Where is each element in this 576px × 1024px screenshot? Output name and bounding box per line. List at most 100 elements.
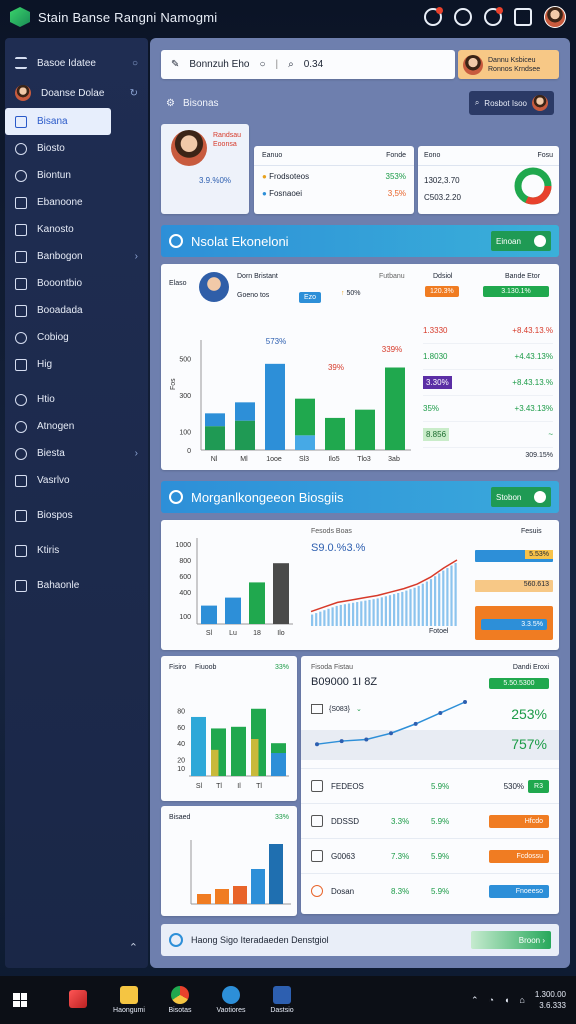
section-pill[interactable]: ⌕ Rosbot Isoo: [468, 91, 554, 115]
refresh-icon[interactable]: ↻: [130, 88, 138, 99]
banner-button[interactable]: Einoan: [491, 231, 551, 251]
x-tick-label: Lu: [229, 630, 237, 637]
area-bar: [323, 610, 326, 626]
chevron-up-icon[interactable]: ⌃: [471, 995, 479, 1006]
profile-card[interactable]: Dannu Ksbiceu Ronnos Krndsee: [458, 50, 559, 79]
store-icon: [273, 986, 291, 1004]
taskbar-app-4[interactable]: Dastsio: [259, 986, 305, 1014]
notification-icon[interactable]: [424, 7, 443, 26]
bar: [191, 716, 206, 776]
sidebar-item-1[interactable]: Biosto: [5, 135, 148, 162]
edit-icon[interactable]: ✎: [171, 59, 179, 70]
person-card[interactable]: Randsau Eoonsa 3.9.%0%: [161, 124, 249, 214]
main-content: ✎ Bonnzuh Eho ○ | ⌕ 0.34 Dannu Ksbiceu Ro…: [150, 38, 570, 968]
sidebar-item-4[interactable]: Kanosto: [5, 216, 148, 243]
y-tick-label: 500: [179, 356, 191, 363]
sidebar-item-13[interactable]: Vasrlvo: [5, 467, 148, 494]
sidebar-item-11[interactable]: Atnogen: [5, 413, 148, 440]
sidebar-item-7[interactable]: Booadada: [5, 297, 148, 324]
table-row[interactable]: FEDEOS 5.9% 530% R3: [301, 768, 559, 803]
taskbar-app-2[interactable]: Bisotas: [157, 986, 203, 1014]
tag-bar[interactable]: 3.3.5%: [475, 606, 553, 640]
sidebar-item-15[interactable]: Ktiris: [5, 537, 148, 564]
list-row[interactable]: 35% +3.43.13%: [423, 396, 553, 422]
settings-icon[interactable]: ⚙: [166, 98, 175, 109]
toolbar-title: Bonnzuh Eho: [189, 59, 250, 70]
panel-label: Fiuoob: [195, 664, 217, 671]
sidebar-item-6[interactable]: Booontbio: [5, 270, 148, 297]
table-row[interactable]: G0063 7.3% 5.9% Fcdossu: [301, 838, 559, 873]
list-row[interactable]: 1.3330 +8.43.13.%: [423, 318, 553, 344]
history-icon: [15, 393, 27, 406]
table-row[interactable]: Dosan 8.3% 5.9% Fnoeeso: [301, 873, 559, 908]
area-bar: [368, 599, 371, 626]
sidebar-item-16[interactable]: Bahaonle: [5, 572, 148, 599]
language-icon[interactable]: ⌂: [519, 995, 524, 1005]
circle-icon[interactable]: ○: [259, 59, 265, 70]
table-row[interactable]: DDSSD 3.3% 5.9% Hfcdo: [301, 803, 559, 838]
sidebar-item-9[interactable]: Hig: [5, 351, 148, 378]
section-banner-1: Nsolat Ekoneloni Einoan: [161, 225, 559, 257]
collapse-icon[interactable]: ⌃: [129, 941, 138, 954]
volume-icon[interactable]: ◖: [504, 995, 509, 1005]
menu-icon[interactable]: [15, 57, 27, 69]
area-bar: [319, 611, 322, 626]
table-row[interactable]: ● Fosnaoei 3,5%: [254, 187, 414, 200]
taskbar-app-0[interactable]: [55, 989, 101, 1011]
taskbar-app-1[interactable]: Haongumi: [106, 986, 152, 1014]
sidebar: Basoe Idatee ○ Doanse Dolae ↻ Bisana Bio…: [5, 38, 148, 968]
sidebar-item-label: Bisana: [37, 116, 68, 127]
search-icon[interactable]: ⌕: [288, 59, 294, 70]
banner-button[interactable]: Stobon: [491, 487, 551, 507]
list-row[interactable]: 3.30% +8.43.13.%: [423, 370, 553, 396]
globe-icon: [15, 420, 27, 433]
list-row[interactable]: 1.8030 +4.43.13%: [423, 344, 553, 370]
sidebar-item-label: Booontbio: [37, 278, 83, 289]
sidebar-header[interactable]: Basoe Idatee ○: [5, 48, 148, 78]
user-avatar[interactable]: [544, 6, 566, 28]
sidebar-item-10[interactable]: Htio: [5, 386, 148, 413]
col-header: Fosu: [537, 152, 553, 159]
sidebar-item-8[interactable]: Cobiog: [5, 324, 148, 351]
search-input[interactable]: 0.34: [304, 59, 323, 70]
bar: [269, 844, 283, 904]
help-icon: [15, 358, 27, 371]
sidebar-item-5[interactable]: Banbogon ›: [5, 243, 148, 270]
settings-icon[interactable]: [454, 8, 472, 26]
browser-icon: [171, 986, 189, 1004]
chevron-right-icon[interactable]: ›: [135, 251, 138, 262]
calendar-icon: [15, 509, 27, 522]
row-value: 3,5%: [387, 189, 406, 198]
y-tick-label: 0: [187, 448, 191, 455]
taskbar-app-3[interactable]: Vaotiores: [208, 986, 254, 1014]
bookmark-icon[interactable]: [514, 8, 532, 26]
row-label: Dosan: [331, 886, 355, 896]
y-tick-label: 1000: [175, 542, 191, 549]
data-point: [413, 721, 418, 726]
area-bar: [442, 570, 445, 626]
table-header: Fonde: [386, 152, 406, 159]
taskbar-app-label: Vaotiores: [216, 1007, 246, 1014]
table-row[interactable]: ● Frodsoteos 353%: [254, 166, 414, 187]
sidebar-item-0[interactable]: Bisana: [5, 108, 111, 135]
list-row[interactable]: 8.856 ~: [423, 422, 553, 448]
chevron-right-icon[interactable]: ›: [135, 448, 138, 459]
network-icon[interactable]: ◔: [489, 995, 494, 1005]
area-bar: [388, 595, 392, 626]
row-label: 3.30%: [423, 376, 452, 389]
clock[interactable]: 1.300.00 3.6.333: [535, 989, 566, 1011]
message-icon[interactable]: [484, 7, 503, 26]
sidebar-item-3[interactable]: Ebanoone: [5, 189, 148, 216]
sidebar-item-12[interactable]: Biesta ›: [5, 440, 148, 467]
sidebar-profile[interactable]: Doanse Dolae ↻: [5, 78, 148, 108]
start-button[interactable]: [10, 993, 30, 1007]
sidebar-item-14[interactable]: Biospos: [5, 502, 148, 529]
sidebar-item-2[interactable]: Biontun: [5, 162, 148, 189]
footer-button[interactable]: Broon ›: [471, 931, 551, 949]
search-icon[interactable]: ○: [132, 58, 138, 69]
pct-value: 253%: [511, 706, 547, 722]
x-tick-label: Sl: [206, 630, 213, 637]
y-tick-label: 400: [179, 590, 191, 597]
area-bar: [331, 607, 334, 626]
sidebar-profile-name: Doanse Dolae: [41, 87, 105, 99]
